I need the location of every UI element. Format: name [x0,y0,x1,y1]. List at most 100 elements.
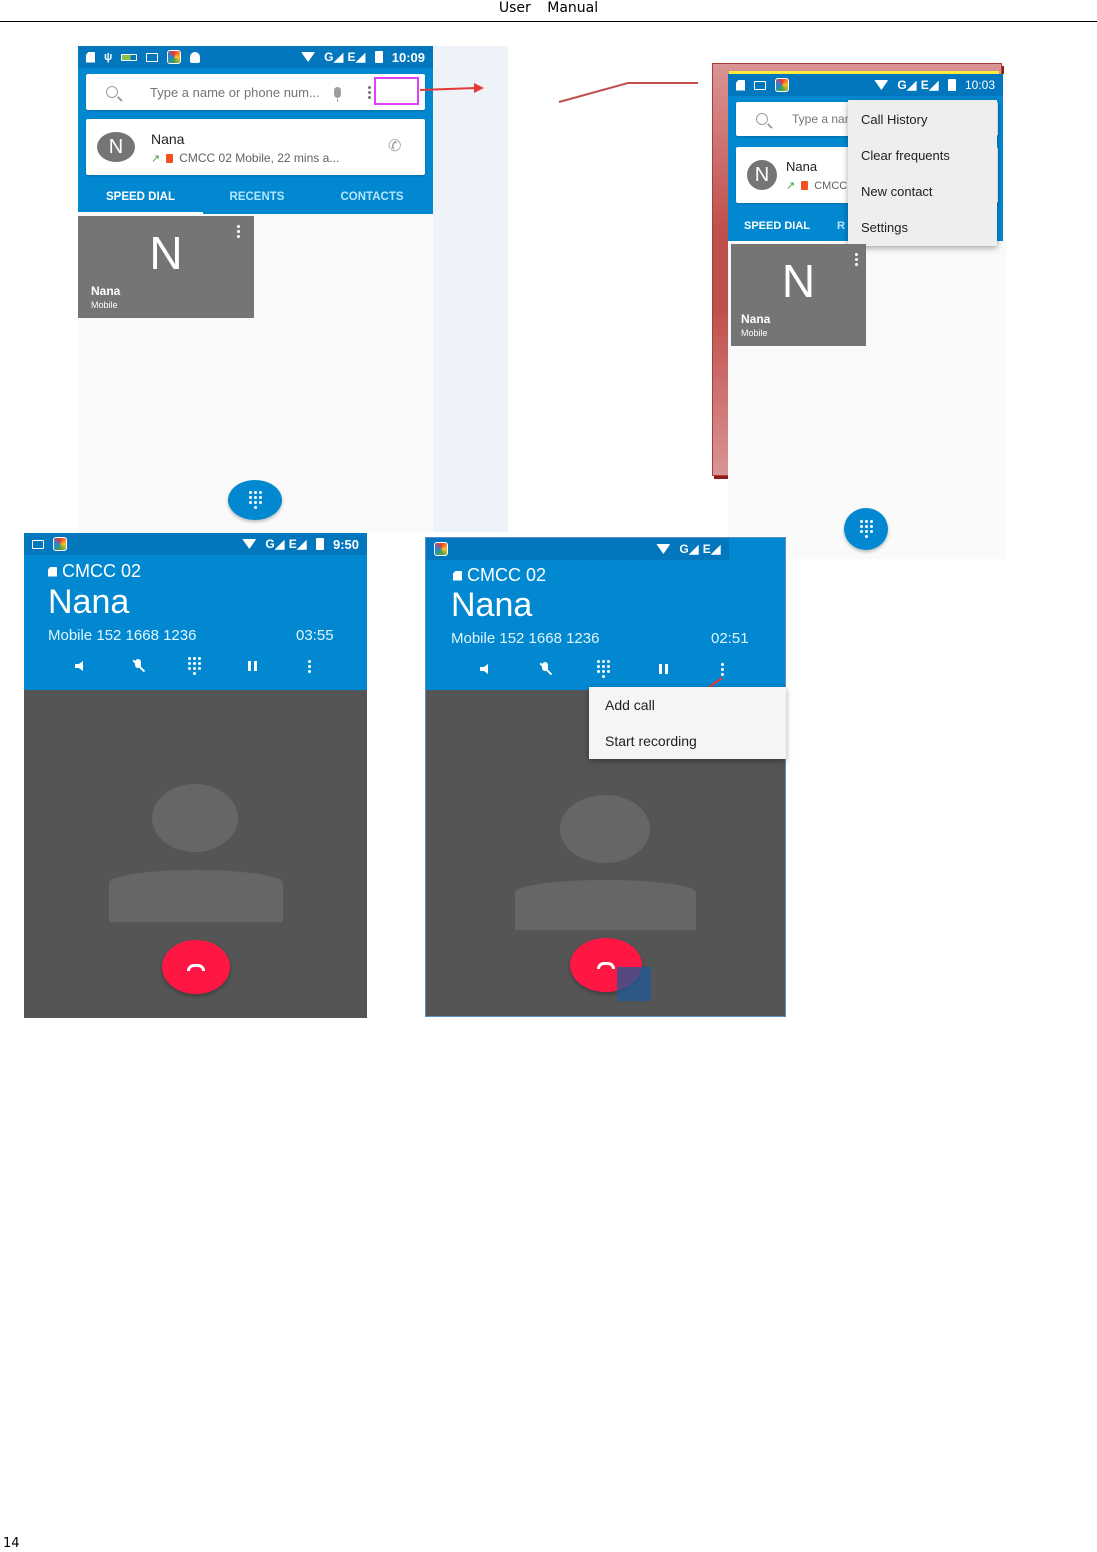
end-call-icon [187,963,205,971]
header-word: User [498,0,531,16]
screenshot-dialer-menu: G◢ E◢ 10:03 Type a name N Nana ↗ CMCC SP… [728,74,1006,559]
menu-item-new-contact[interactable]: New contact [848,174,997,210]
menu-item-start-recording[interactable]: Start recording [589,723,786,759]
annotation-arrow-line [419,87,477,91]
tab-contacts[interactable]: CONTACTS [311,182,433,212]
end-call-button[interactable] [162,940,230,994]
wifi-icon [874,80,889,90]
app-icon [167,50,181,64]
gallery-icon [754,80,766,90]
mute-button[interactable] [535,660,555,678]
search-icon [756,113,768,125]
speaker-button[interactable] [71,657,91,675]
mute-button[interactable] [128,657,148,675]
dialpad-button[interactable] [228,480,282,520]
battery-icon [315,538,324,550]
annotation-arrows [419,82,698,103]
caller-number: Mobile 152 1668 1236 [451,630,600,647]
android-icon [190,51,200,63]
mute-icon [132,659,144,673]
recent-contact-card[interactable]: N Nana ↗ CMCC 02 Mobile, 22 mins a... ✆ [86,119,425,175]
tile-name: Nana [741,312,771,326]
app-icon [434,542,448,556]
call-icon[interactable]: ✆ [388,136,401,156]
call-timer: 02:51 [711,630,749,647]
call-actions [52,657,338,675]
screenshot-dialer: ψ G◢ E◢ 10:09 Type a name or phone num..… [78,46,508,532]
page-number: 14 [3,1536,20,1551]
speed-dial-tile[interactable]: N Nana Mobile [78,216,254,318]
wifi-icon [656,544,671,554]
dialer-tabs: SPEED DIAL RECENTS CONTACTS [78,182,433,214]
search-placeholder: Type a name or phone num... [150,84,320,100]
annotation-arrow-line [708,677,723,688]
outgoing-call-icon: ↗ [151,152,161,165]
in-call-overflow-menu: Add call Start recording [589,687,786,759]
sim-name: CMCC 02 [62,561,142,581]
annotation-callout-line [558,82,698,103]
speaker-button[interactable] [476,660,496,678]
tile-more-icon[interactable] [851,251,861,267]
dialpad-button[interactable] [594,660,614,678]
dialpad-icon [188,657,202,675]
tab-speed-dial[interactable]: SPEED DIAL [78,182,203,214]
caller-name: Nana [451,586,533,624]
tab-speed-dial[interactable]: SPEED DIAL [728,211,826,243]
contact-detail: ↗ CMCC 02 Mobile, 22 mins a... [151,151,339,165]
call-timer: 03:55 [296,627,334,644]
mute-icon [539,662,551,676]
contact-detail: ↗ CMCC [786,179,848,193]
dialpad-button[interactable] [844,508,888,550]
battery-saver-icon [121,53,137,61]
sim-icon [801,181,809,190]
sim-icon [736,79,745,91]
sim-icon [166,153,174,163]
speed-dial-tile[interactable]: N Nana Mobile [731,244,866,346]
screenshot-in-call: G◢ E◢ 9:50 CMCC 02 Nana Mobile 152 1668 … [24,533,367,1018]
dialpad-button[interactable] [185,657,205,675]
menu-item-settings[interactable]: Settings [848,210,997,246]
battery-icon [374,51,383,63]
pause-icon [658,664,668,674]
hold-button[interactable] [653,660,673,678]
menu-item-add-call[interactable]: Add call [589,687,786,723]
gallery-icon [32,539,44,549]
contact-name: Nana [786,159,818,174]
sim-icon [86,51,95,63]
tile-type: Mobile [741,328,768,338]
tile-type: Mobile [91,300,118,310]
overflow-menu: Call History Clear frequents New contact… [848,100,997,246]
sim-icon [48,566,57,577]
tile-letter: N [781,255,816,307]
tab-recents[interactable]: RECENTS [203,182,311,212]
screenshot-in-call-menu: G◢ E◢ CMCC 02 Nana Mobile 152 1668 1236 … [425,537,786,1017]
contact-placeholder-body [515,880,696,930]
status-bar: ψ G◢ E◢ 10:09 [78,46,433,68]
menu-item-call-history[interactable]: Call History [848,100,997,138]
signal-indicator: G◢ E◢ [897,78,939,92]
speaker-icon [74,661,83,671]
app-icon [53,537,67,551]
search-icon [106,86,118,98]
usb-icon: ψ [104,50,113,63]
call-detail-text: CMCC 02 Mobile, 22 mins a... [179,151,340,165]
menu-item-clear-frequents[interactable]: Clear frequents [848,138,997,174]
call-detail-text: CMCC [814,179,848,192]
signal-indicator: G◢ E◢ [265,537,307,551]
recording-overlay-icon [617,967,651,1001]
sim-icon [453,570,462,581]
header-word: Manual [547,0,599,16]
status-bar: G◢ E◢ 10:03 [728,74,1003,96]
hold-button[interactable] [242,657,262,675]
contact-placeholder-body [109,870,283,922]
mic-icon[interactable] [333,86,341,102]
call-sim-label: CMCC 02 [453,565,546,586]
wifi-icon [301,52,316,62]
tile-letter: N [149,227,183,279]
tile-more-icon[interactable] [233,223,243,239]
more-options-icon[interactable] [299,657,319,675]
status-time: 10:09 [391,49,425,65]
signal-indicator: G◢ E◢ [679,542,721,556]
pause-icon [247,661,257,671]
gallery-icon [146,52,158,62]
